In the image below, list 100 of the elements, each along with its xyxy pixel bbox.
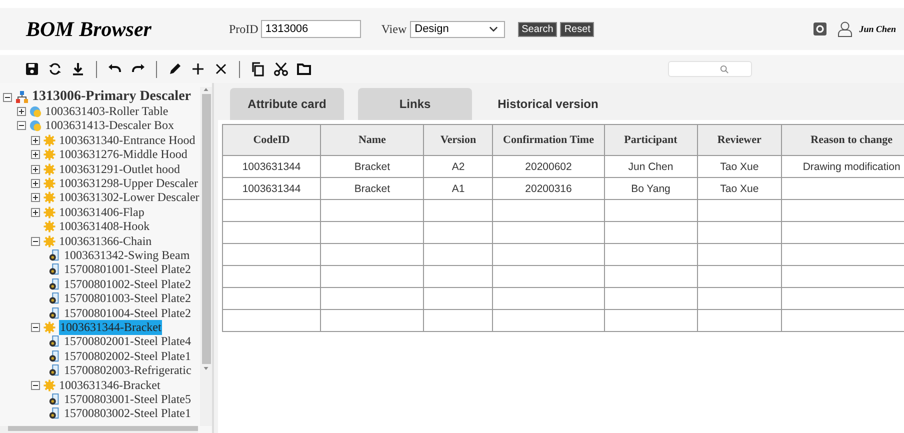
tree-item[interactable]: 1003631413-Descaler Box [45, 118, 174, 134]
document-icon [48, 350, 61, 363]
tree-item[interactable]: 15700803001-Steel Plate5 [64, 392, 191, 407]
tree-item[interactable]: 15700801004-Steel Plate2 [64, 306, 191, 321]
gear-icon [43, 378, 56, 392]
settings-icon[interactable] [813, 22, 828, 36]
scrollbar[interactable] [0, 426, 198, 433]
gear-icon [43, 148, 56, 162]
table-cell: 1003631344 [242, 160, 301, 172]
table-cell: Bo Yang [631, 182, 670, 194]
scroll-up-icon[interactable] [203, 87, 209, 92]
table-cell: A2 [452, 160, 465, 172]
column-header: Reviewer [697, 124, 782, 156]
globe-icon [29, 119, 42, 132]
close-icon[interactable] [213, 61, 229, 77]
gear-icon [43, 206, 56, 219]
tree-item[interactable]: 15700803002-Steel Plate1 [64, 406, 191, 422]
search-field[interactable] [668, 61, 752, 77]
scissors-icon[interactable] [273, 61, 289, 77]
table-cell: Bracket [354, 182, 390, 194]
tree-item[interactable]: 1003631302-Lower Descaler [59, 190, 200, 206]
download-icon[interactable] [70, 61, 86, 77]
gear-icon [43, 191, 56, 204]
input-field[interactable]: 1313006 [261, 20, 362, 38]
tree-item[interactable]: 1003631298-Upper Descaler [59, 176, 198, 192]
gear-icon [43, 220, 56, 234]
collapse-icon[interactable] [3, 92, 12, 102]
document-icon [48, 306, 61, 320]
user-icon[interactable] [837, 21, 854, 37]
expand-icon[interactable] [31, 193, 40, 202]
tree-item[interactable]: 15700801002-Steel Plate2 [64, 276, 191, 292]
tree-item[interactable]: 1003631408-Hook [59, 219, 150, 234]
globe-icon [29, 105, 42, 118]
document-icon [48, 392, 61, 406]
collapse-icon[interactable] [31, 236, 40, 246]
field-label: ProID [229, 22, 258, 36]
chevron-down-icon [488, 26, 498, 32]
document-icon [48, 263, 61, 276]
gear-icon [43, 177, 56, 190]
tree-item[interactable]: 1003631403-Roller Table [45, 104, 168, 120]
tree-item[interactable]: 1003631291-Outlet hood [59, 162, 180, 177]
collapse-icon[interactable] [31, 380, 40, 390]
gear-icon [43, 162, 56, 176]
app-title: BOM Browser [26, 16, 152, 42]
copy-icon[interactable] [250, 61, 266, 77]
document-icon [48, 335, 61, 348]
table-cell: Drawing modification [802, 160, 900, 172]
save-icon[interactable] [24, 61, 40, 77]
expand-icon[interactable] [31, 164, 40, 174]
column-header: Confirmation Time [492, 124, 604, 156]
tab[interactable]: Historical version [486, 88, 610, 120]
table-cell: Tao Xue [720, 160, 759, 172]
tree-item[interactable]: 1003631366-Chain [59, 234, 152, 249]
tree-item[interactable]: 15700801003-Steel Plate2 [64, 291, 191, 306]
expand-icon[interactable] [31, 150, 40, 160]
scroll-down-icon[interactable] [203, 366, 209, 371]
field-label: View [381, 22, 407, 36]
column-header: Reason to change [782, 124, 904, 156]
document-icon [48, 248, 61, 262]
scrollbar[interactable] [200, 87, 212, 426]
plus-icon[interactable] [190, 61, 206, 77]
gear-icon [43, 234, 56, 248]
table-cell: Bracket [354, 160, 390, 172]
tree-item[interactable]: 1003631346-Bracket [59, 378, 160, 393]
tree-item[interactable]: 1003631344-Bracket [59, 320, 162, 335]
document-icon [48, 292, 61, 306]
search-icon [720, 64, 728, 74]
tree-item[interactable]: 1003631340-Entrance Hood [59, 132, 196, 148]
expand-icon[interactable] [31, 179, 40, 188]
table-cell: 1003631344 [242, 182, 301, 194]
reset-button[interactable]: Reset [560, 22, 594, 36]
hierarchy-icon [15, 90, 29, 104]
tree-item[interactable]: 1003631406-Flap [59, 204, 144, 220]
expand-icon[interactable] [31, 208, 40, 217]
expand-icon[interactable] [17, 107, 26, 116]
tree-item[interactable]: 15700802003-Refrigeratic [64, 363, 192, 378]
tree-item[interactable]: 15700801001-Steel Plate2 [64, 262, 191, 278]
tab[interactable]: Links [358, 88, 472, 120]
tree-item[interactable]: 1003631342-Swing Beam [64, 248, 190, 263]
column-header: CodeID [222, 124, 321, 156]
tree-item[interactable]: 1313006-Primary Descaler [32, 89, 191, 106]
tree-item[interactable]: 15700802001-Steel Plate4 [64, 334, 191, 350]
column-header: Name [320, 124, 424, 156]
view-dropdown[interactable]: Design [410, 20, 505, 38]
table-cell: Tao Xue [720, 182, 759, 194]
tab[interactable]: Attribute card [230, 88, 344, 120]
expand-icon[interactable] [31, 136, 40, 145]
refresh-icon[interactable] [47, 61, 63, 77]
table-cell: 20200602 [525, 160, 572, 172]
gear-icon [43, 320, 56, 334]
pencil-icon[interactable] [167, 61, 183, 77]
table-cell: Jun Chen [628, 160, 674, 172]
tree-item[interactable]: 15700802002-Steel Plate1 [64, 348, 191, 364]
column-header: Participant [604, 124, 698, 156]
collapse-icon[interactable] [31, 322, 40, 332]
collapse-icon[interactable] [17, 121, 26, 130]
folder-icon[interactable] [296, 61, 312, 77]
tree-item[interactable]: 1003631276-Middle Hood [59, 147, 188, 162]
document-icon [48, 278, 61, 291]
search-button[interactable]: Search [518, 22, 558, 36]
